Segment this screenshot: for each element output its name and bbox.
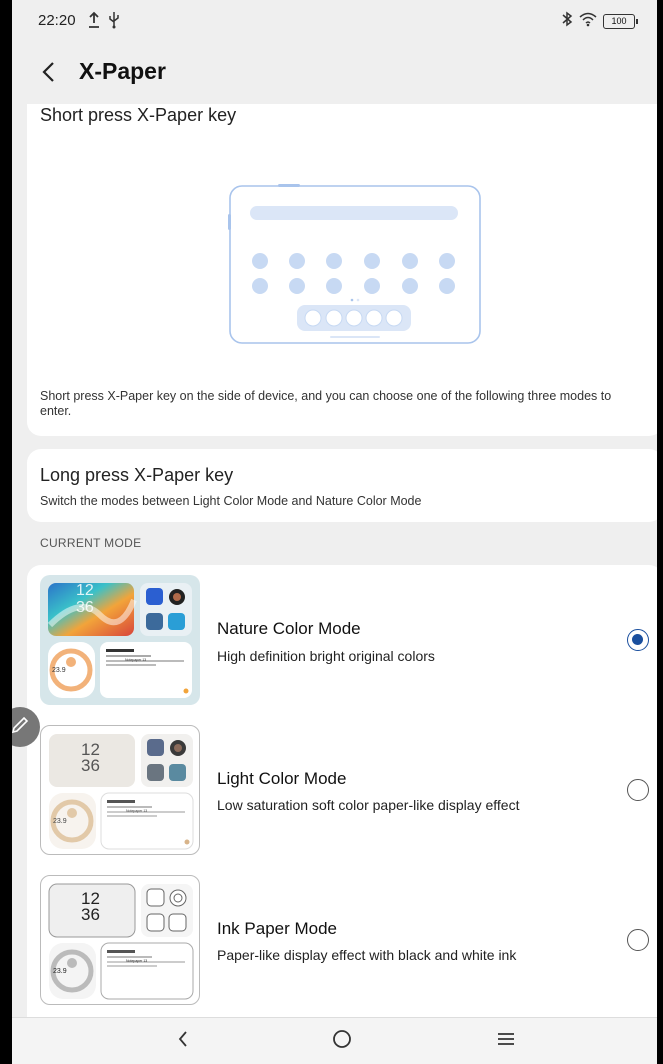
mode-description: Paper-like display effect with black and… — [217, 947, 517, 963]
temperature-value: 23.9 — [52, 667, 66, 674]
clock-minute: 36 — [81, 905, 100, 924]
mode-name: Ink Paper Mode — [217, 919, 338, 938]
long-press-description: Switch the modes between Light Color Mod… — [40, 494, 422, 508]
short-press-title: Short press X-Paper key — [40, 105, 237, 125]
page-title: X-Paper — [79, 58, 166, 84]
nature-mode-thumbnail: 12 36 23.9 Notepaper 13 — [40, 575, 200, 705]
notepaper-title: Notepaper 13 — [126, 809, 148, 813]
temperature-value: 23.9 — [53, 968, 67, 975]
mode-option-light[interactable]: 12 36 23.9 Notepaper 13 Light Color Mode… — [27, 715, 657, 855]
mode-list: 12 36 23.9 Notepaper 13 Nature Color Mod… — [27, 565, 657, 1017]
status-bar: 22:20 100 — [12, 0, 657, 44]
triangle-back-icon — [177, 1030, 189, 1053]
bluetooth-icon — [561, 11, 573, 32]
back-button[interactable] — [30, 56, 66, 92]
mode-option-ink[interactable]: 12 36 23.9 Notepaper 13 Ink Paper Mode P… — [27, 865, 657, 1005]
hamburger-menu-icon — [497, 1031, 515, 1052]
temperature-value: 23.9 — [53, 818, 67, 825]
mode-option-nature[interactable]: 12 36 23.9 Notepaper 13 Nature Color Mod… — [27, 565, 657, 705]
mode-name: Nature Color Mode — [217, 619, 361, 638]
mode-description: High definition bright original colors — [217, 648, 435, 664]
battery-icon: 100 — [603, 14, 638, 29]
nav-back-button[interactable] — [163, 1026, 203, 1056]
wifi-icon — [579, 11, 597, 32]
tablet-illustration — [228, 184, 484, 351]
chevron-left-icon — [41, 61, 55, 88]
notepaper-title: Notepaper 13 — [126, 959, 148, 963]
nav-home-button[interactable] — [322, 1026, 362, 1056]
notepaper-title: Notepaper 13 — [125, 658, 147, 662]
pencil-icon — [12, 715, 30, 740]
clock-minute: 36 — [76, 599, 94, 616]
radio-unselected[interactable] — [627, 779, 649, 801]
circle-home-icon — [332, 1029, 352, 1054]
current-mode-label: CURRENT MODE — [40, 536, 142, 550]
navigation-bar — [12, 1017, 657, 1064]
device-screen: 22:20 100 X-Paper Short press X-Paper ke… — [10, 0, 659, 1064]
long-press-title: Long press X-Paper key — [40, 465, 234, 485]
short-press-card: Short press X-Paper key Short press X-Pa… — [27, 104, 657, 436]
short-press-description: Short press X-Paper key on the side of d… — [40, 389, 612, 418]
nav-menu-button[interactable] — [486, 1026, 526, 1056]
radio-selected[interactable] — [627, 629, 649, 651]
radio-unselected[interactable] — [627, 929, 649, 951]
long-press-card: Long press X-Paper key Switch the modes … — [27, 449, 657, 522]
upload-icon — [87, 11, 101, 34]
light-mode-thumbnail: 12 36 23.9 Notepaper 13 — [40, 725, 200, 855]
ink-mode-thumbnail: 12 36 23.9 Notepaper 13 — [40, 875, 200, 1005]
status-icons: 100 — [561, 11, 638, 32]
usb-icon — [107, 11, 121, 34]
status-time: 22:20 — [38, 12, 76, 29]
clock-minute: 36 — [81, 756, 100, 775]
clock-hour: 12 — [76, 582, 94, 599]
app-bar: X-Paper — [12, 44, 657, 104]
mode-name: Light Color Mode — [217, 769, 347, 788]
mode-description: Low saturation soft color paper-like dis… — [217, 797, 520, 813]
